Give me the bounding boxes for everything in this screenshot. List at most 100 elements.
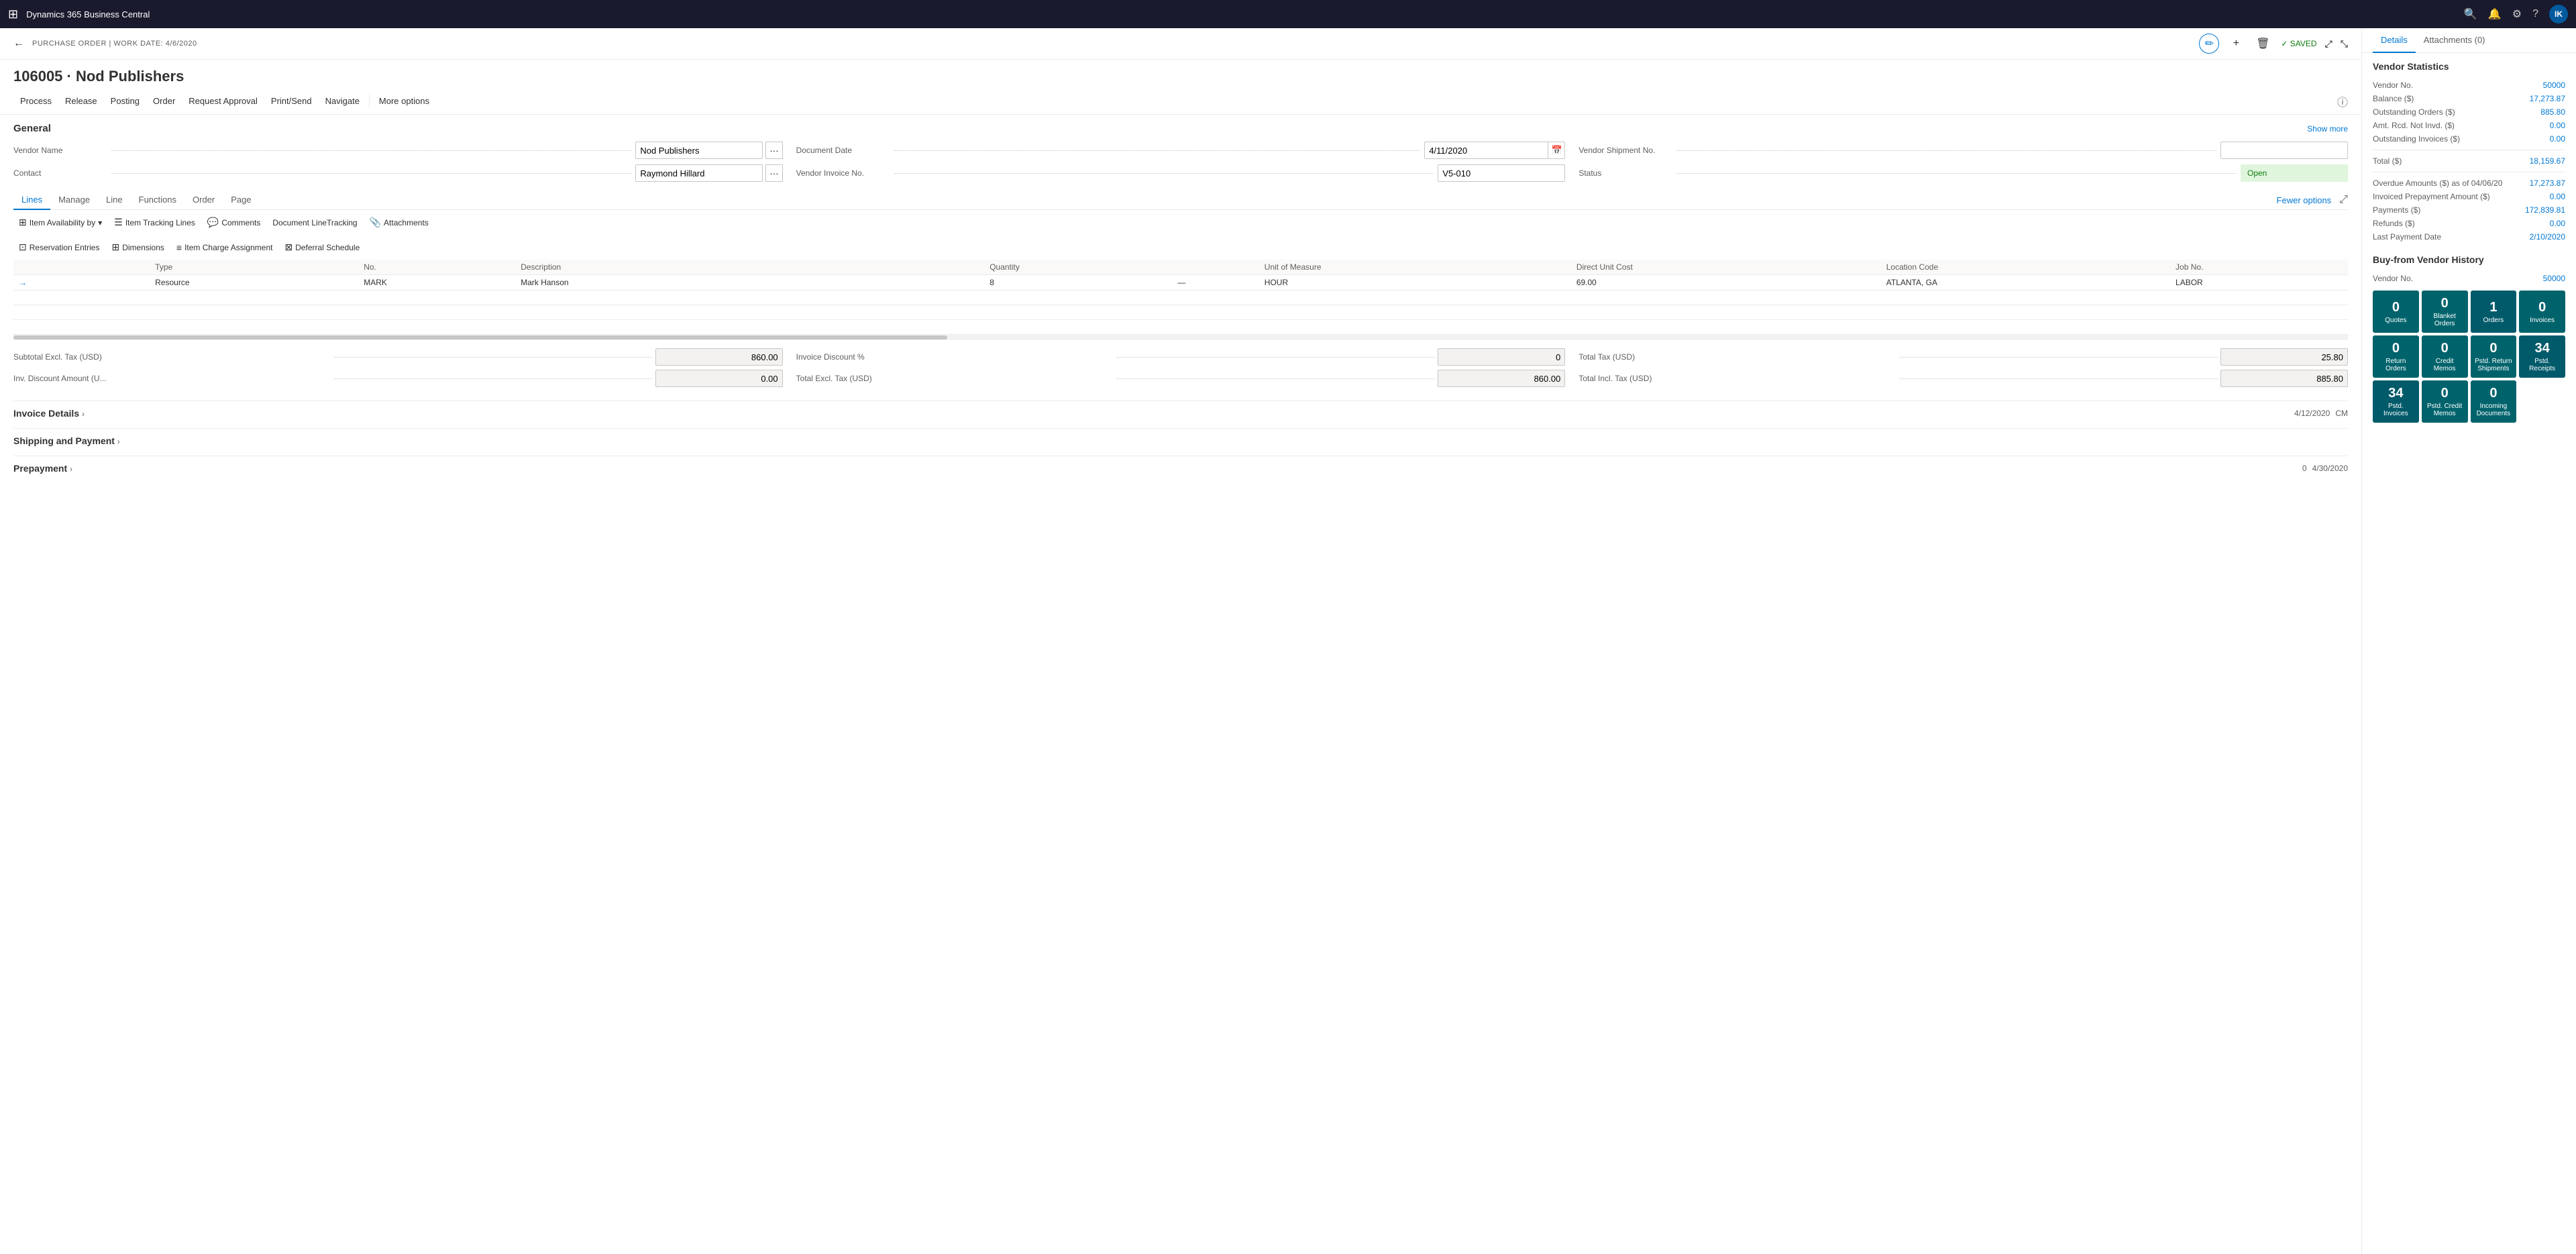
row-quantity[interactable]: 8 [984,275,1172,291]
contact-btn[interactable]: ··· [765,164,782,182]
row-job[interactable]: LABOR [2170,275,2348,291]
reservation-icon: ⊡ [19,242,27,253]
item-charge-btn[interactable]: ≡ Item Charge Assignment [171,240,278,256]
tile-orders[interactable]: 1 Orders [2471,291,2517,333]
vendor-shipment-input[interactable] [2220,142,2348,159]
invoice-details-meta: 4/12/2020 CM [2294,409,2348,418]
cmd-order[interactable]: Order [146,92,182,110]
vendor-name-input[interactable] [635,142,763,159]
inv-discount-input[interactable] [655,370,783,387]
right-tab-attachments[interactable]: Attachments (0) [2416,28,2493,53]
tab-manage[interactable]: Manage [50,191,98,210]
attachments-btn[interactable]: 📎 Attachments [364,214,434,231]
tile-incoming-docs[interactable]: 0 Incoming Documents [2471,380,2517,423]
tile-blanket-orders[interactable]: 0 Blanket Orders [2422,291,2468,333]
stat-balance-value[interactable]: 17,273.87 [2530,94,2565,103]
invoice-details-section[interactable]: Invoice Details › 4/12/2020 CM [13,401,2348,425]
tab-line[interactable]: Line [98,191,131,210]
reservation-label: Reservation Entries [30,243,100,252]
tab-order[interactable]: Order [184,191,223,210]
dimensions-btn[interactable]: ⊞ Dimensions [106,239,169,256]
document-date-input[interactable] [1424,142,1565,159]
search-icon[interactable]: 🔍 [2464,7,2477,21]
doc-line-tracking-btn[interactable]: Document LineTracking [267,215,362,230]
bell-icon[interactable]: 🔔 [2488,7,2502,21]
row-unit-cost[interactable]: 69.00 [1571,275,1881,291]
calendar-icon[interactable]: 📅 [1548,142,1565,159]
table-scroll-thumb[interactable] [13,335,947,339]
back-button[interactable]: ← [13,38,24,50]
contact-input[interactable] [635,164,763,182]
right-panel: Details Attachments (0) Vendor Statistic… [2361,28,2576,1254]
tile-quotes[interactable]: 0 Quotes [2373,291,2419,333]
tile-pstd-receipts[interactable]: 34 Pstd. Receipts [2519,335,2565,378]
cmd-more-options[interactable]: More options [372,92,436,110]
cmd-request-approval[interactable]: Request Approval [182,92,264,110]
delete-button[interactable]: 🗑 [2253,34,2273,54]
lines-expand-button[interactable]: ⤢ [2339,191,2348,209]
stat-outstanding-orders-value[interactable]: 885.80 [2540,107,2565,117]
right-tab-details[interactable]: Details [2373,28,2416,53]
breadcrumb: PURCHASE ORDER | WORK DATE: 4/6/2020 [32,40,2191,48]
tab-page[interactable]: Page [223,191,259,210]
row-location[interactable]: ATLANTA, GA [1881,275,2170,291]
stat-vendor-no-value[interactable]: 50000 [2543,81,2565,90]
tile-pstd-invoices[interactable]: 34 Pstd. Invoices [2373,380,2419,423]
dimensions-label: Dimensions [122,243,164,252]
vendor-invoice-input[interactable] [1438,164,1565,182]
edit-button[interactable]: ✏ [2199,34,2219,54]
subtotal-label: Subtotal Excl. Tax (USD) [13,352,331,362]
comments-btn[interactable]: 💬 Comments [202,214,266,231]
reservation-btn[interactable]: ⊡ Reservation Entries [13,239,105,256]
app-grid-icon[interactable]: ⊞ [8,7,18,21]
cmd-navigate[interactable]: Navigate [319,92,366,110]
vendor-invoice-value [1438,164,1565,182]
stat-total-value[interactable]: 18,159.67 [2530,156,2565,166]
tile-invoices[interactable]: 0 Invoices [2519,291,2565,333]
row-description[interactable]: Mark Hanson [515,275,786,291]
help-icon[interactable]: ? [2532,8,2538,20]
vendor-history-vendor-no-value[interactable]: 50000 [2543,274,2565,283]
invoice-discount-input[interactable] [1438,348,1565,366]
stat-prepayment-value[interactable]: 0.00 [2550,192,2565,201]
stat-refunds-value[interactable]: 0.00 [2550,219,2565,228]
tab-lines[interactable]: Lines [13,191,50,210]
collapse-button[interactable]: ⤡ [2341,38,2348,50]
cmd-release[interactable]: Release [58,92,104,110]
tile-credit-memos[interactable]: 0 Credit Memos [2422,335,2468,378]
total-excl-field: Total Excl. Tax (USD) [796,370,1566,387]
row-uom[interactable]: HOUR [1259,275,1571,291]
tab-functions[interactable]: Functions [131,191,184,210]
item-availability-btn[interactable]: ⊞ Item Availability by ▾ [13,214,107,231]
row-type[interactable]: Resource [150,275,358,291]
fewer-options-btn[interactable]: Fewer options [2269,191,2340,210]
vendor-name-btn[interactable]: ··· [765,142,782,159]
subtotal-input[interactable] [655,348,783,366]
cmd-print-send[interactable]: Print/Send [264,92,319,110]
total-tax-input[interactable] [2220,348,2348,366]
add-button[interactable]: + [2226,34,2246,54]
user-avatar[interactable]: IK [2549,5,2568,23]
cmd-posting[interactable]: Posting [104,92,146,110]
stat-payments-value[interactable]: 172,839.81 [2525,205,2565,215]
info-icon-button[interactable]: ⓘ [2337,93,2348,109]
item-tracking-btn[interactable]: ☰ Item Tracking Lines [109,214,201,231]
tile-pstd-return[interactable]: 0 Pstd. Return Shipments [2471,335,2517,378]
show-more-link[interactable]: Show more [2307,124,2348,134]
tile-pstd-credit[interactable]: 0 Pstd. Credit Memos [2422,380,2468,423]
stat-amt-rcd-value[interactable]: 0.00 [2550,121,2565,130]
expand-button[interactable]: ⤢ [2325,38,2332,50]
stat-overdue-value[interactable]: 17,273.87 [2530,178,2565,188]
tile-return-orders[interactable]: 0 Return Orders [2373,335,2419,378]
row-no[interactable]: MARK [358,275,515,291]
total-excl-input[interactable] [1438,370,1565,387]
table-row[interactable]: → Resource MARK Mark Hanson 8 — HOUR [13,275,2348,291]
cmd-process[interactable]: Process [13,92,58,110]
settings-icon[interactable]: ⚙ [2512,7,2522,21]
shipping-payment-section[interactable]: Shipping and Payment › [13,428,2348,453]
total-incl-input[interactable] [2220,370,2348,387]
stat-outstanding-invoices-value[interactable]: 0.00 [2550,134,2565,144]
stat-last-payment-value[interactable]: 2/10/2020 [2530,232,2565,242]
prepayment-section[interactable]: Prepayment › 0 4/30/2020 [13,456,2348,480]
deferral-btn[interactable]: ⊠ Deferral Schedule [279,239,365,256]
